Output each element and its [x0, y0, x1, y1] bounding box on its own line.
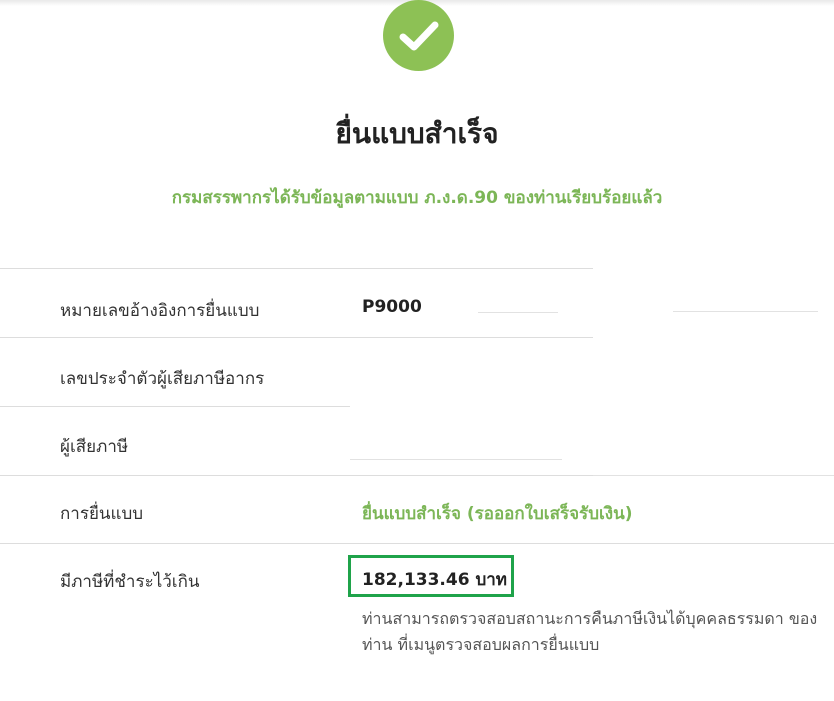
refund-status-note: ท่านสามารถตรวจสอบสถานะการคืนภาษีเงินได้บ…	[362, 609, 818, 654]
overpaid-label: มีภาษีที่ชำระไว้เกิน	[60, 572, 200, 592]
taxpayer-label: ผู้เสียภาษี	[60, 437, 129, 457]
row-divider	[593, 475, 834, 476]
redaction-edge	[478, 312, 558, 313]
redaction-block	[818, 402, 834, 474]
filing-row: การยื่นแบบ ยื่นแบบสำเร็จ (รอออกใบเสร็จรั…	[0, 475, 834, 544]
reference-label: หมายเลขอ้างอิงการยื่นแบบ	[60, 301, 260, 321]
redaction-edge	[350, 459, 562, 460]
redaction-block	[593, 266, 834, 476]
redaction-edge	[673, 311, 818, 312]
redaction-block	[422, 270, 592, 334]
check-mark-icon	[399, 21, 438, 50]
page-subtitle: กรมสรรพากรได้รับข้อมูลตามแบบ ภ.ง.ด.90 ขอ…	[171, 188, 663, 208]
filing-label: การยื่นแบบ	[60, 504, 144, 524]
page-title: ยื่นแบบสำเร็จ	[335, 117, 499, 150]
filing-status-value: ยื่นแบบสำเร็จ (รอออกใบเสร็จรับเงิน)	[362, 504, 633, 524]
redaction-block	[350, 339, 593, 459]
check-circle-icon	[383, 0, 454, 71]
taxpayer-id-label: เลขประจำตัวผู้เสียภาษีอากร	[60, 369, 265, 389]
overpaid-amount-value: 182,133.46 บาท	[362, 570, 508, 590]
